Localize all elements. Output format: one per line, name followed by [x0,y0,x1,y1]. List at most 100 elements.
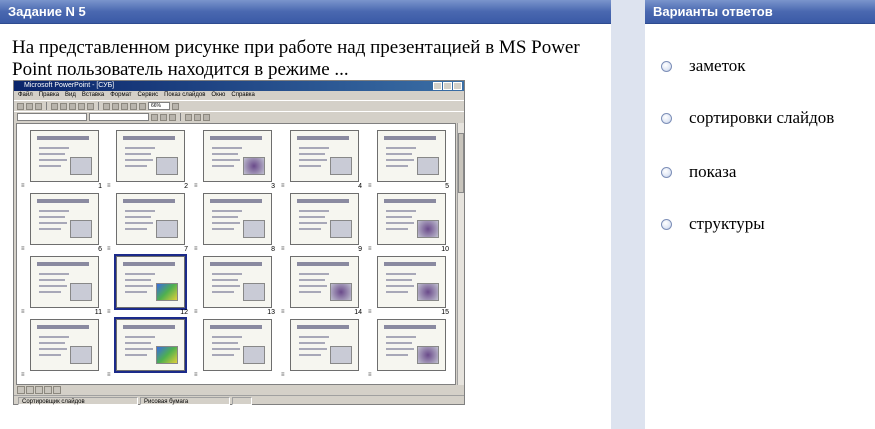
ppt-menu-item: Окно [211,92,226,98]
slide-transition-icon: ≡ [281,183,285,189]
answer-label[interactable]: заметок [689,56,746,76]
ppt-title-bar: Microsoft PowerPoint - [СУБ] [14,81,464,91]
answer-label[interactable]: показа [689,162,736,182]
slide-thumbnail [116,130,185,182]
answers-panel: Варианты ответов заметок сортировки слай… [645,0,875,429]
slide-number: 5 [445,183,449,190]
scrollbar-thumb [458,133,464,193]
radio-button-icon[interactable] [661,112,672,124]
powerpoint-screenshot: Microsoft PowerPoint - [СУБ] Файл Правка В… [13,80,465,405]
answer-option-3[interactable]: показа [661,162,736,182]
show-view-icon [53,386,61,394]
grid-icon [139,102,146,110]
cut-icon [69,102,76,110]
answer-option-2[interactable]: сортировки слайдов [661,108,834,128]
answer-label[interactable]: структуры [689,214,765,234]
ppt-menu-item: Формат [110,92,132,98]
slide-transition-icon: ≡ [194,372,198,378]
ppt-formatting-toolbar [14,111,464,122]
redo-icon [112,102,119,110]
table-icon [130,102,137,110]
slide-number: 11 [94,309,102,316]
slide-number: 7 [184,246,188,253]
slide-number: 1 [98,183,102,190]
slide-transition-icon: ≡ [107,309,111,315]
slide-thumbnail [377,130,446,182]
copy-icon [78,102,85,110]
radio-button-icon[interactable] [661,166,672,178]
slide-number: 3 [271,183,275,190]
ppt-menu-bar: Файл Правка Вид Вставка Формат Сервис Показ сл… [14,91,464,100]
slide-thumbnail [114,254,187,310]
ppt-font-combo [17,113,87,121]
slide-thumbnail [30,256,99,308]
underline-icon [169,113,176,121]
transition-icon [185,113,192,121]
slide-transition-icon: ≡ [21,309,25,315]
radio-button-icon[interactable] [661,60,672,72]
answer-option-1[interactable]: заметок [661,56,746,76]
ppt-menu-item: Справка [231,92,255,98]
status-view: Сортировщик слайдов [18,397,138,405]
effect-icon [194,113,201,121]
slide-thumbnail [203,319,272,371]
slide-transition-icon: ≡ [194,309,198,315]
close-icon [453,82,462,90]
slide-transition-icon: ≡ [281,309,285,315]
ppt-menu-item: Вид [65,92,76,98]
slide-transition-icon: ≡ [368,309,372,315]
normal-view-icon [17,386,25,394]
slide-transition-icon: ≡ [281,246,285,252]
slide-thumbnail [290,130,359,182]
help-icon [172,102,179,110]
paste-icon [87,102,94,110]
slide-thumbnail [114,317,187,373]
slide-number: 4 [358,183,362,190]
slide-transition-icon: ≡ [368,372,372,378]
open-icon [26,102,33,110]
ppt-standard-toolbar: 66% [14,100,464,111]
ppt-zoom-combo: 66% [148,102,170,110]
italic-icon [160,113,167,121]
slide-transition-icon: ≡ [107,246,111,252]
slide-transition-icon: ≡ [21,183,25,189]
save-icon [35,102,42,110]
print-icon [51,102,58,110]
bold-icon [151,113,158,121]
slide-transition-icon: ≡ [194,246,198,252]
slide-thumbnail [377,193,446,245]
undo-icon [103,102,110,110]
slide-transition-icon: ≡ [107,372,111,378]
slide-thumbnail [30,319,99,371]
hide-slide-icon [203,113,210,121]
slide-number: 13 [267,309,275,316]
slide-view-icon [35,386,43,394]
toolbar-separator [46,102,47,110]
radio-button-icon[interactable] [661,218,672,230]
status-template: Рисовая бумага [140,397,230,405]
slide-thumbnail [30,193,99,245]
sorter-view-icon [44,386,52,394]
ppt-window-controls [433,82,462,90]
slide-sorter-area: ≡ 1 ≡ 2 ≡ 3 ≡ 4 ≡ 5 ≡ 6 ≡ 7 ≡ 8 ≡ 9 ≡ 10 ≡ 11 ≡ 12 ≡ 13 ≡ 14 ≡ 15 ≡ ≡ ≡ ≡… [16,123,456,385]
slide-transition-icon: ≡ [21,246,25,252]
minimize-icon [433,82,442,90]
question-header: Задание N 5 [0,0,611,24]
slide-thumbnail [30,130,99,182]
ppt-vertical-scrollbar [457,123,464,385]
ppt-view-buttons [16,386,96,395]
spell-icon [60,102,67,110]
slide-thumbnail [290,319,359,371]
ppt-window-title: Microsoft PowerPoint - [СУБ] [24,82,115,89]
status-icon [232,397,252,405]
slide-number: 12 [180,309,188,316]
answer-option-4[interactable]: структуры [661,214,765,234]
slide-number: 9 [358,246,362,253]
answer-label[interactable]: сортировки слайдов [689,108,834,128]
outline-view-icon [26,386,34,394]
toolbar-separator [98,102,99,110]
slide-thumbnail [290,256,359,308]
answers-header: Варианты ответов [645,0,875,24]
toolbar-separator [180,113,181,121]
slide-thumbnail [290,193,359,245]
